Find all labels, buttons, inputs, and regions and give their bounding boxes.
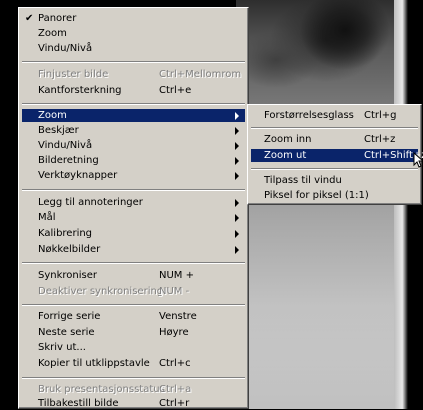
- submenu-arrow-icon: [235, 127, 239, 135]
- submenu-item-forstorrelsesglass[interactable]: Forstørrelsesglass Ctrl+g: [251, 109, 418, 122]
- submenu-item-zoom-ut[interactable]: Zoom ut Ctrl+Shift+z: [251, 149, 423, 162]
- menu-separator: [251, 168, 418, 170]
- menu-item-panorer[interactable]: ✔ Panorer: [22, 12, 245, 25]
- menu-separator: [22, 189, 245, 191]
- menu-item-kalibrering[interactable]: Kalibrering: [22, 227, 245, 240]
- submenu-item-tilpass-til-vindu[interactable]: Tilpass til vindu: [251, 174, 418, 187]
- menu-item-legg-til-annoteringer[interactable]: Legg til annoteringer: [22, 196, 245, 209]
- submenu-arrow-icon: [235, 246, 239, 254]
- menu-separator: [251, 127, 418, 129]
- mouse-cursor-icon: [413, 152, 423, 168]
- checkmark-icon: ✔: [25, 13, 34, 24]
- xray-image-dark-region: [300, 0, 390, 80]
- menu-separator: [22, 377, 245, 379]
- menu-item-forrige-serie[interactable]: Forrige serie Venstre: [22, 310, 245, 323]
- menu-item-kantforsterkning[interactable]: Kantforsterkning Ctrl+e: [22, 84, 245, 97]
- menu-item-bilderetning[interactable]: Bilderetning: [22, 154, 245, 167]
- menu-item-kopier-til-utklippstavle[interactable]: Kopier til utklippstavle Ctrl+c: [22, 357, 245, 370]
- menu-separator: [22, 103, 245, 105]
- menu-item-vindu-niva-mode[interactable]: Vindu/Nivå: [22, 42, 245, 55]
- submenu-item-zoom-inn[interactable]: Zoom inn Ctrl+z: [251, 133, 418, 146]
- submenu-arrow-icon: [235, 172, 239, 180]
- submenu-arrow-icon: [235, 142, 239, 150]
- menu-item-synkroniser[interactable]: Synkroniser NUM +: [22, 269, 245, 282]
- submenu-item-piksel-for-piksel[interactable]: Piksel for piksel (1:1): [251, 189, 418, 202]
- menu-item-neste-serie[interactable]: Neste serie Høyre: [22, 326, 245, 339]
- menu-item-zoom-submenu[interactable]: Zoom: [22, 109, 245, 122]
- menu-separator: [22, 304, 245, 306]
- submenu-arrow-icon: [235, 214, 239, 222]
- menu-item-finjuster-bilde[interactable]: Finjuster bilde Ctrl+Mellomrom: [22, 68, 245, 81]
- submenu-arrow-icon: [235, 112, 239, 120]
- submenu-arrow-icon: [235, 230, 239, 238]
- xray-image-lower-region: [236, 300, 408, 409]
- menu-item-deaktiver-synkronisering[interactable]: Deaktiver synkronisering NUM -: [22, 285, 245, 298]
- menu-item-zoom-mode[interactable]: Zoom: [22, 27, 245, 40]
- zoom-submenu: Forstørrelsesglass Ctrl+g Zoom inn Ctrl+…: [247, 104, 423, 205]
- menu-item-bruk-presentasjonsstatus[interactable]: Bruk presentasjonsstatus Ctrl+a: [22, 383, 245, 396]
- context-menu: ✔ Panorer Zoom Vindu/Nivå Finjuster bild…: [18, 7, 249, 409]
- menu-item-vindu-niva[interactable]: Vindu/Nivå: [22, 139, 245, 152]
- menu-item-beskjaer[interactable]: Beskjær: [22, 124, 245, 137]
- menu-item-verktoyknapper[interactable]: Verktøyknapper: [22, 169, 245, 182]
- menu-item-tilbakestill-bilde[interactable]: Tilbakestill bilde Ctrl+r: [22, 397, 245, 410]
- submenu-arrow-icon: [235, 157, 239, 165]
- menu-separator: [22, 262, 245, 264]
- menu-separator: [22, 61, 245, 63]
- menu-item-nokkelbilder[interactable]: Nøkkelbilder: [22, 243, 245, 256]
- menu-item-mal[interactable]: Mål: [22, 211, 245, 224]
- menu-item-skriv-ut[interactable]: Skriv ut...: [22, 341, 245, 354]
- submenu-arrow-icon: [235, 199, 239, 207]
